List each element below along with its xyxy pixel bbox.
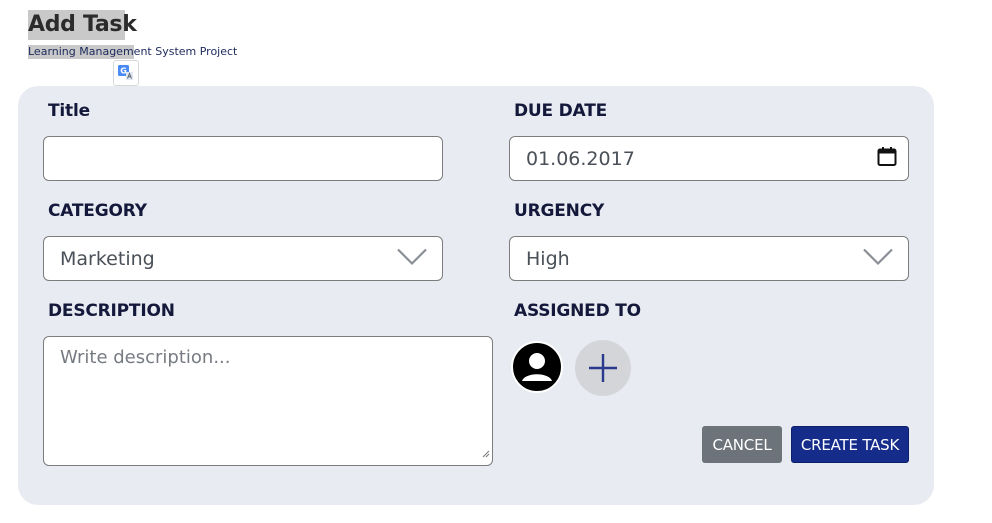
resize-handle-icon[interactable] bbox=[480, 442, 490, 463]
google-translate-icon[interactable]: G bbox=[113, 60, 139, 86]
urgency-label: URGENCY bbox=[514, 201, 605, 221]
add-assignee-button[interactable] bbox=[575, 340, 631, 396]
description-placeholder: Write description... bbox=[60, 347, 231, 368]
chevron-down-icon bbox=[862, 247, 894, 270]
due-date-value: 01.06.2017 bbox=[526, 147, 635, 170]
page-subtitle: Learning Management System Project bbox=[28, 45, 237, 59]
user-avatar-icon[interactable] bbox=[511, 341, 563, 393]
svg-text:G: G bbox=[120, 67, 127, 76]
due-date-label: DUE DATE bbox=[514, 101, 608, 121]
description-textarea[interactable]: Write description... bbox=[43, 336, 493, 466]
title-label: Title bbox=[48, 101, 90, 121]
category-selected-value: Marketing bbox=[60, 247, 155, 270]
due-date-input[interactable]: 01.06.2017 bbox=[509, 136, 909, 181]
cancel-button[interactable]: CANCEL bbox=[702, 426, 782, 463]
add-task-form-panel: Title DUE DATE 01.06.2017 CATEGORY Marke… bbox=[18, 86, 934, 505]
assigned-to-label: ASSIGNED TO bbox=[514, 301, 641, 321]
create-task-button[interactable]: CREATE TASK bbox=[791, 426, 909, 463]
urgency-selected-value: High bbox=[526, 247, 570, 270]
category-select[interactable]: Marketing bbox=[43, 236, 443, 281]
page-title: Add Task bbox=[28, 10, 137, 40]
subtitle-rest: ent System Project bbox=[133, 45, 238, 58]
calendar-icon[interactable] bbox=[876, 145, 898, 172]
chevron-down-icon bbox=[396, 247, 428, 270]
description-label: DESCRIPTION bbox=[48, 301, 175, 321]
title-input[interactable] bbox=[43, 136, 443, 181]
urgency-select[interactable]: High bbox=[509, 236, 909, 281]
plus-icon bbox=[589, 354, 617, 382]
category-label: CATEGORY bbox=[48, 201, 147, 221]
subtitle-highlighted: Learning Managem bbox=[28, 45, 134, 59]
